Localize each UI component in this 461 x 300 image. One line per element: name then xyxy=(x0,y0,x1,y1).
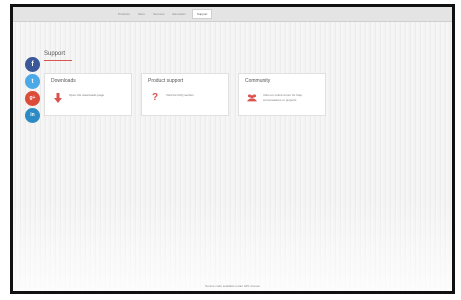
main-nav: Products Store Services Education Suppor… xyxy=(116,9,213,19)
googleplus-icon[interactable]: g+ xyxy=(25,91,40,106)
nav-item-products[interactable]: Products xyxy=(116,9,132,19)
download-arrow-icon xyxy=(53,93,63,103)
title-underline xyxy=(44,60,72,61)
nav-item-store[interactable]: Store xyxy=(136,9,147,19)
card-title-community: Community xyxy=(245,78,271,84)
faq-link[interactable]: Visit the FAQ section xyxy=(166,93,224,98)
footer-text: Source code available under GPL license xyxy=(205,284,260,288)
social-share-bar: f t g+ in xyxy=(25,57,40,123)
page-title: Support xyxy=(44,51,66,57)
card-title-downloads: Downloads xyxy=(51,78,76,84)
nav-item-support[interactable]: Support xyxy=(191,9,213,19)
top-navigation-bar: Products Store Services Education Suppor… xyxy=(13,7,452,22)
browser-frame: Products Store Services Education Suppor… xyxy=(10,4,455,294)
forum-link[interactable]: Visit our online forum for help, convers… xyxy=(263,93,321,103)
nav-item-services[interactable]: Services xyxy=(151,9,167,19)
product-support-card[interactable]: Product support ? Visit the FAQ section xyxy=(141,73,229,116)
linkedin-icon[interactable]: in xyxy=(25,108,40,123)
card-title-product-support: Product support xyxy=(148,78,184,84)
downloads-link[interactable]: Open the downloads page xyxy=(69,93,127,98)
question-mark-icon: ? xyxy=(151,92,159,103)
twitter-icon[interactable]: t xyxy=(25,74,40,89)
downloads-card[interactable]: Downloads Open the downloads page xyxy=(44,73,132,116)
nav-item-education[interactable]: Education xyxy=(171,9,188,19)
people-icon xyxy=(247,93,257,103)
facebook-icon[interactable]: f xyxy=(25,57,40,72)
community-card[interactable]: Community Visit our online forum for hel… xyxy=(238,73,326,116)
